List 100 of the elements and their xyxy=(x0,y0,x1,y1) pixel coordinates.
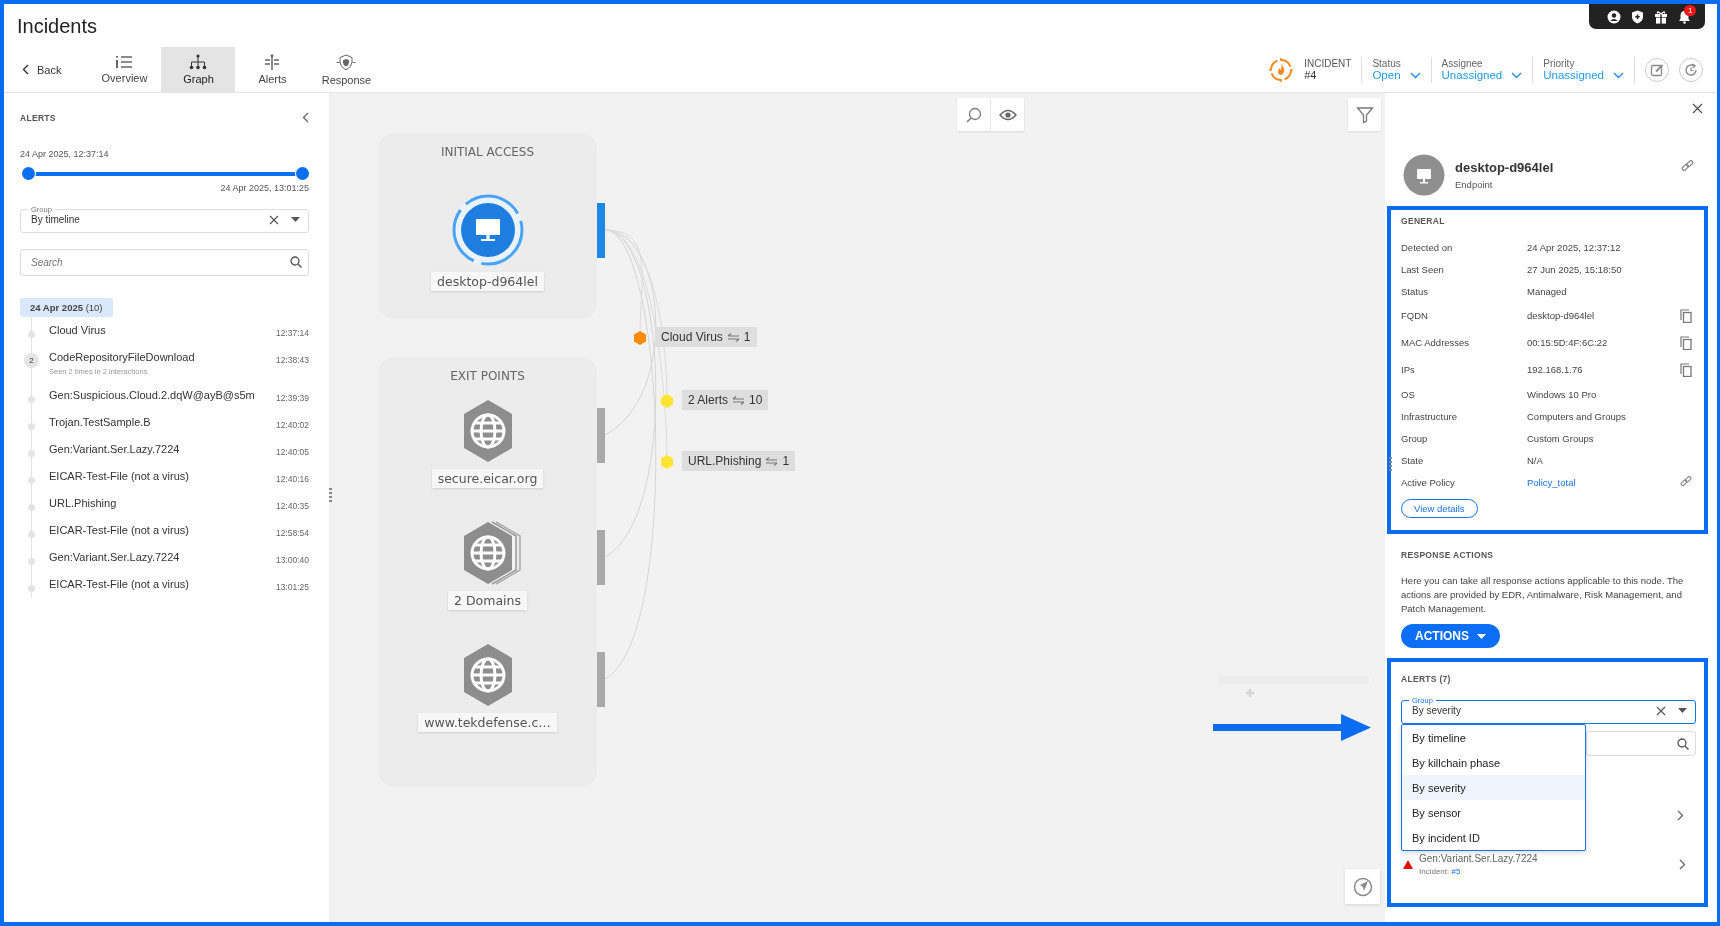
gift-icon[interactable] xyxy=(1654,9,1668,24)
range-start-label: 24 Apr 2025, 12:37:14 xyxy=(20,149,110,159)
dropdown-option[interactable]: By timeline xyxy=(1402,725,1585,750)
search-icon[interactable] xyxy=(965,106,982,123)
chevron-icon[interactable] xyxy=(1679,859,1686,870)
computer-node-icon[interactable] xyxy=(449,192,526,268)
chevron-down-icon[interactable] xyxy=(1613,71,1624,79)
compass-icon[interactable] xyxy=(1352,876,1373,897)
chevron-down-icon[interactable] xyxy=(1511,71,1523,79)
caret-icon[interactable] xyxy=(291,217,300,222)
node-label[interactable]: www.tekdefense.c… xyxy=(418,713,557,732)
visibility-button[interactable] xyxy=(991,98,1024,131)
node-label[interactable]: 2 Domains xyxy=(448,591,527,610)
policy-link[interactable]: Policy_total xyxy=(1527,476,1680,488)
alert-node-label[interactable]: URL.Phishing 1 xyxy=(682,451,796,471)
section-title: ALERTS (7) xyxy=(1401,674,1452,684)
chevron-icon[interactable] xyxy=(1677,810,1684,821)
timeline-alert-item[interactable]: Cloud Virus 12:37:14 xyxy=(24,317,309,344)
search-field[interactable] xyxy=(1586,731,1696,756)
copy-icon[interactable] xyxy=(1680,335,1692,350)
refresh-icon[interactable] xyxy=(1684,62,1698,77)
clear-icon[interactable] xyxy=(1656,705,1666,716)
alert-list-item[interactable]: Gen:Variant.Ser.Lazy.7224 Incident: #5 xyxy=(1401,853,1696,876)
back-button[interactable]: Back xyxy=(22,47,62,92)
warning-triangle-icon xyxy=(1403,860,1413,869)
resize-handle[interactable] xyxy=(1389,457,1392,472)
header-dropdown[interactable]: Assignee Unassigned xyxy=(1441,58,1523,81)
detail-value: 192.168.1.76 xyxy=(1527,364,1584,375)
copy-icon[interactable] xyxy=(1680,362,1692,377)
slider-end-thumb[interactable] xyxy=(296,167,309,180)
filter-icon[interactable] xyxy=(1355,105,1374,124)
timeline-alert-item[interactable]: Gen:Variant.Ser.Lazy.7224 13:00:40 xyxy=(24,544,309,571)
caret-icon[interactable] xyxy=(1477,633,1486,639)
search-icon[interactable] xyxy=(290,256,302,268)
timeline-icon[interactable] xyxy=(263,54,282,70)
node-label[interactable]: secure.eicar.org xyxy=(431,469,544,488)
view-tab[interactable]: Response xyxy=(309,47,384,92)
collapse-button[interactable] xyxy=(302,112,309,123)
alert-node-label[interactable]: 2 Alerts 10 xyxy=(682,390,769,410)
chevron-down-icon[interactable] xyxy=(1409,71,1421,79)
timeline-alert-item[interactable]: EICAR-Test-File (not a virus) 12:58:54 xyxy=(24,517,309,544)
detail-label: OS xyxy=(1401,388,1416,400)
resize-handle[interactable] xyxy=(329,488,332,503)
node-bar[interactable] xyxy=(597,652,605,707)
search-field[interactable]: Search xyxy=(20,249,309,276)
stage-title: EXIT POINTS xyxy=(450,369,525,383)
clear-icon[interactable] xyxy=(269,214,279,225)
detail-value: Windows 10 Pro xyxy=(1527,388,1598,400)
range-end-label: 24 Apr 2025, 13:01:25 xyxy=(219,183,309,193)
header-dropdown[interactable]: Priority Unassigned xyxy=(1543,58,1624,81)
edit-icon[interactable] xyxy=(1650,62,1664,77)
count-bubble: 2 xyxy=(24,353,39,368)
timeline-alert-item[interactable]: EICAR-Test-File (not a virus) 13:01:25 xyxy=(24,571,309,598)
detail-label: Detected on xyxy=(1401,241,1454,253)
timeline-alert-item[interactable]: Gen:Variant.Ser.Lazy.7224 12:40:05 xyxy=(24,436,309,463)
eye-icon[interactable] xyxy=(998,108,1017,121)
timeline-alert-item[interactable]: Trojan.TestSample.B 12:40:02 xyxy=(24,409,309,436)
detail-label: State xyxy=(1401,454,1425,466)
node-bar[interactable] xyxy=(597,408,605,463)
timeline-alert-item[interactable]: URL.Phishing 12:40:35 xyxy=(24,490,309,517)
node-bar[interactable] xyxy=(597,530,605,585)
view-tab[interactable]: Alerts xyxy=(235,47,310,92)
view-tab[interactable]: Overview xyxy=(87,47,162,92)
shield-icon[interactable] xyxy=(1631,9,1644,24)
section-title: RESPONSE ACTIONS xyxy=(1401,550,1494,560)
node-bar[interactable] xyxy=(597,203,605,258)
timeline-alert-item[interactable]: Gen:Suspicious.Cloud.2.dqW@ayB@s5m 12:39:39 xyxy=(24,382,309,409)
timeline-alert-item[interactable]: EICAR-Test-File (not a virus) 12:40:16 xyxy=(24,463,309,490)
time-range-slider[interactable] xyxy=(22,167,309,180)
alert-node-label[interactable]: Cloud Virus 1 xyxy=(655,327,757,347)
user-icon[interactable] xyxy=(1607,9,1621,24)
locate-button[interactable] xyxy=(1345,869,1380,904)
response-description: Here you can take all response actions applicable to this node. The actions are provided by EDR, Antimalware, Risk Management, and Patch Management. xyxy=(1401,574,1685,616)
view-tab[interactable]: Graph xyxy=(161,47,236,92)
header-dropdown[interactable]: Status Open xyxy=(1372,58,1421,81)
close-button[interactable] xyxy=(1692,103,1703,114)
link-icon[interactable] xyxy=(1680,476,1692,488)
dropdown-option[interactable]: By sensor xyxy=(1402,800,1585,825)
chevron-left-icon[interactable] xyxy=(22,64,29,75)
slider-start-thumb[interactable] xyxy=(22,167,35,180)
actions-button[interactable]: ACTIONS xyxy=(1401,624,1500,648)
date-group-chip[interactable]: 24 Apr 2025 (10) xyxy=(20,298,113,317)
search-button[interactable] xyxy=(957,98,990,131)
detail-label: FQDN xyxy=(1401,310,1429,321)
copy-icon[interactable] xyxy=(1680,308,1692,323)
dropdown-option[interactable]: By killchain phase xyxy=(1402,750,1585,775)
caret-icon[interactable] xyxy=(1678,708,1687,713)
endpoint-type: Endpoint xyxy=(1455,179,1494,190)
filter-button[interactable] xyxy=(1348,98,1381,131)
list-icon[interactable] xyxy=(115,55,134,69)
detail-label: IPs xyxy=(1401,364,1416,375)
dropdown-option[interactable]: By incident ID xyxy=(1402,825,1585,850)
dropdown-option[interactable]: By severity xyxy=(1402,775,1585,800)
link-icon[interactable] xyxy=(1681,160,1694,173)
search-icon[interactable] xyxy=(1677,737,1689,750)
page-title: Incidents xyxy=(17,15,98,39)
node-label[interactable]: desktop-d964lel xyxy=(431,272,544,291)
hierarchy-icon[interactable] xyxy=(189,54,208,70)
detail-label: Active Policy xyxy=(1401,476,1456,488)
section-title: GENERAL xyxy=(1401,216,1446,226)
